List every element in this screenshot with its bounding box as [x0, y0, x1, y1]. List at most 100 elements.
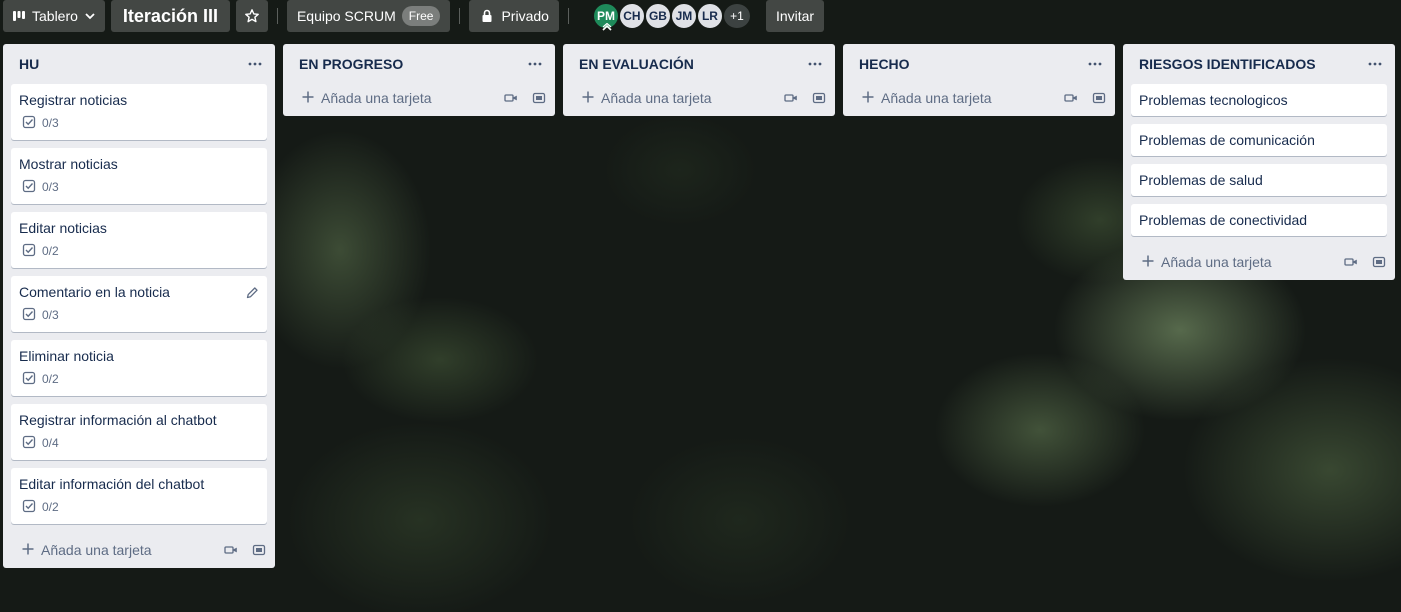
- card[interactable]: Problemas de salud: [1131, 164, 1387, 196]
- board-icon: [11, 8, 27, 24]
- composer-actions: [223, 542, 267, 558]
- card-title: Editar noticias: [19, 220, 107, 236]
- list-title[interactable]: RIESGOS IDENTIFICADOS: [1139, 56, 1316, 72]
- list-composer: Añada una tarjeta: [3, 532, 275, 568]
- add-card-button[interactable]: Añada una tarjeta: [1141, 254, 1272, 271]
- card[interactable]: Registrar información al chatbot 0/4: [11, 404, 267, 460]
- add-card-button[interactable]: Añada una tarjeta: [581, 90, 712, 107]
- video-icon[interactable]: [1063, 90, 1079, 106]
- chevron-down-icon: [83, 9, 97, 23]
- composer-actions: [503, 90, 547, 106]
- checklist-icon: [22, 371, 36, 388]
- list-title[interactable]: HU: [19, 56, 39, 72]
- card-list: Registrar noticias 0/3 Mostrar noticias …: [3, 84, 275, 524]
- list-header: RIESGOS IDENTIFICADOS: [1123, 44, 1395, 84]
- video-icon[interactable]: [503, 90, 519, 106]
- invite-button[interactable]: Invitar: [765, 0, 825, 32]
- checklist-count: 0/3: [42, 180, 59, 194]
- list-header: HECHO: [843, 44, 1115, 84]
- star-button[interactable]: [235, 0, 268, 32]
- card-title: Eliminar noticia: [19, 348, 114, 364]
- plan-badge: Free: [401, 6, 441, 26]
- checklist-badge: 0/2: [19, 494, 259, 520]
- pencil-icon[interactable]: [245, 286, 259, 303]
- checklist-badge: 0/2: [19, 366, 259, 392]
- list-title[interactable]: EN PROGRESO: [299, 56, 403, 72]
- checklist-count: 0/4: [42, 436, 59, 450]
- checklist-count: 0/3: [42, 116, 59, 130]
- template-icon[interactable]: [531, 90, 547, 106]
- checklist-badge: 0/3: [19, 302, 259, 328]
- composer-actions: [1063, 90, 1107, 106]
- checklist-icon: [22, 115, 36, 132]
- list-hecho: HECHO Añada una tarjeta: [843, 44, 1115, 116]
- add-card-button[interactable]: Añada una tarjeta: [301, 90, 432, 107]
- view-label: Tablero: [32, 8, 78, 24]
- card-title: Mostrar noticias: [19, 156, 118, 172]
- visibility-button[interactable]: Privado: [469, 0, 559, 32]
- card-title: Comentario en la noticia: [19, 284, 170, 300]
- add-card-button[interactable]: Añada una tarjeta: [21, 542, 152, 559]
- card[interactable]: Problemas tecnologicos: [1131, 84, 1387, 116]
- plus-icon: [21, 542, 35, 559]
- more-horizontal-icon[interactable]: [243, 52, 267, 76]
- avatar[interactable]: CH: [617, 2, 646, 30]
- card[interactable]: Eliminar noticia 0/2: [11, 340, 267, 396]
- template-icon[interactable]: [1371, 254, 1387, 270]
- list-title[interactable]: EN EVALUACIÓN: [579, 56, 694, 72]
- video-icon[interactable]: [783, 90, 799, 106]
- avatar[interactable]: JM: [669, 2, 698, 30]
- list-header: HU: [3, 44, 275, 84]
- list-composer: Añada una tarjeta: [843, 80, 1115, 116]
- more-members-button[interactable]: +1: [721, 2, 752, 30]
- card[interactable]: Problemas de comunicación: [1131, 124, 1387, 156]
- checklist-badge: 0/3: [19, 174, 259, 200]
- video-icon[interactable]: [223, 542, 239, 558]
- checklist-icon: [22, 243, 36, 260]
- more-horizontal-icon[interactable]: [803, 52, 827, 76]
- checklist-count: 0/2: [42, 372, 59, 386]
- more-horizontal-icon[interactable]: [1363, 52, 1387, 76]
- view-switcher-button[interactable]: Tablero: [3, 0, 105, 32]
- header-divider: [276, 8, 278, 24]
- avatar[interactable]: LR: [695, 2, 724, 30]
- card[interactable]: Editar información del chatbot 0/2: [11, 468, 267, 524]
- checklist-icon: [22, 307, 36, 324]
- checklist-icon: [22, 499, 36, 516]
- star-icon: [244, 8, 260, 24]
- card[interactable]: Problemas de conectividad: [1131, 204, 1387, 236]
- card-title: Registrar noticias: [19, 92, 128, 108]
- card[interactable]: Mostrar noticias 0/3: [11, 148, 267, 204]
- checklist-icon: [22, 179, 36, 196]
- checklist-count: 0/2: [42, 500, 59, 514]
- header-divider: [567, 8, 569, 24]
- card[interactable]: Registrar noticias 0/3: [11, 84, 267, 140]
- list-title[interactable]: HECHO: [859, 56, 910, 72]
- card[interactable]: Editar noticias 0/2: [11, 212, 267, 268]
- avatar[interactable]: PM: [591, 2, 620, 31]
- more-horizontal-icon[interactable]: [523, 52, 547, 76]
- checklist-badge: 0/2: [19, 238, 259, 264]
- video-icon[interactable]: [1343, 254, 1359, 270]
- list-en-progreso: EN PROGRESO Añada una tarjeta: [283, 44, 555, 116]
- board-members: PM CH GB JM LR +1: [591, 2, 752, 31]
- template-icon[interactable]: [811, 90, 827, 106]
- card-title: Registrar información al chatbot: [19, 412, 217, 428]
- plus-icon: [1141, 254, 1155, 271]
- checklist-count: 0/2: [42, 244, 59, 258]
- card-title: Problemas de conectividad: [1139, 212, 1308, 228]
- add-card-button[interactable]: Añada una tarjeta: [861, 90, 992, 107]
- template-icon[interactable]: [1091, 90, 1107, 106]
- template-icon[interactable]: [251, 542, 267, 558]
- plus-icon: [861, 90, 875, 107]
- team-label: Equipo SCRUM: [296, 8, 396, 24]
- avatar[interactable]: GB: [643, 2, 672, 30]
- board-title[interactable]: Iteración III: [110, 0, 230, 32]
- team-button[interactable]: Equipo SCRUM Free: [286, 0, 451, 32]
- list-composer: Añada una tarjeta: [1123, 244, 1395, 280]
- add-card-label: Añada una tarjeta: [321, 90, 432, 106]
- more-horizontal-icon[interactable]: [1083, 52, 1107, 76]
- card-title: Editar información del chatbot: [19, 476, 205, 492]
- card[interactable]: Comentario en la noticia 0/3: [11, 276, 267, 332]
- header-divider: [459, 8, 461, 24]
